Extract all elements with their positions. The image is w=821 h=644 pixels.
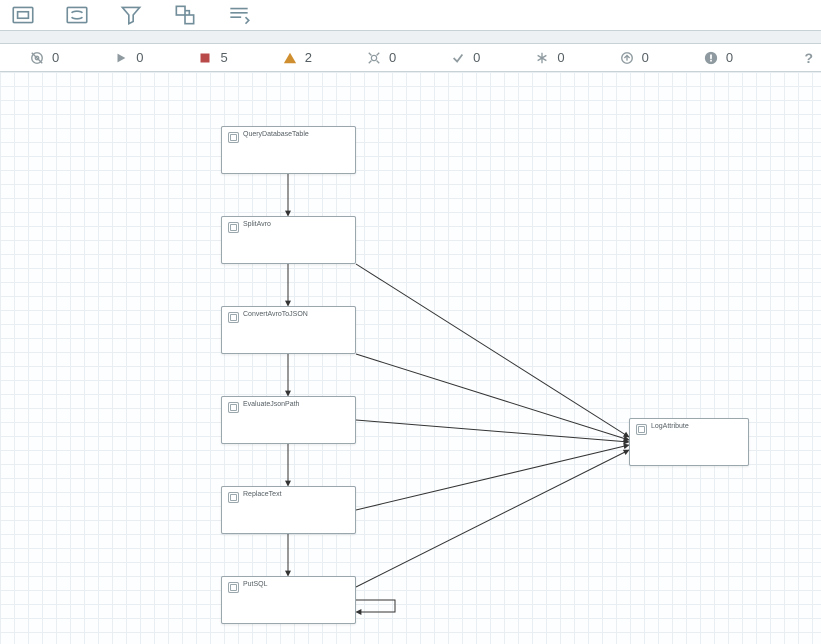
status-stopped: 5 — [198, 50, 227, 65]
status-invalid-count: 2 — [305, 50, 312, 65]
node-label: EvaluateJsonPath — [243, 401, 299, 409]
template-tool-icon[interactable] — [172, 2, 198, 28]
target-icon — [30, 51, 44, 65]
divider — [0, 30, 821, 44]
status-locally-modified: 0 — [535, 50, 564, 65]
status-stale: 0 — [620, 50, 649, 65]
processor-icon — [228, 132, 239, 143]
node-querydatabasetable[interactable]: QueryDatabaseTable — [221, 126, 356, 174]
processor-icon — [228, 492, 239, 503]
node-replacetext[interactable]: ReplaceText — [221, 486, 356, 534]
status-invalid: 2 — [283, 50, 312, 65]
status-disabled: 0 — [367, 50, 396, 65]
processor-icon — [228, 312, 239, 323]
status-bar: 0 0 5 2 0 0 0 0 0 ? — [0, 44, 821, 72]
processor-icon — [228, 402, 239, 413]
node-label: ReplaceText — [243, 491, 282, 499]
node-logattribute[interactable]: LogAttribute — [629, 418, 749, 466]
processor-icon — [228, 582, 239, 593]
funnel-tool-icon[interactable] — [118, 2, 144, 28]
toolbar-top — [0, 0, 821, 30]
help-icon[interactable]: ? — [804, 50, 813, 66]
label-tool-icon[interactable] — [226, 2, 252, 28]
node-label: PutSQL — [243, 581, 268, 589]
processor-icon — [636, 424, 647, 435]
node-evaluatejsonpath[interactable]: EvaluateJsonPath — [221, 396, 356, 444]
node-convertavrotojson[interactable]: ConvertAvroToJSON — [221, 306, 356, 354]
stop-icon — [198, 51, 212, 65]
node-putsql[interactable]: PutSQL — [221, 576, 356, 624]
processor-tool-icon[interactable] — [10, 2, 36, 28]
flow-canvas[interactable]: QueryDatabaseTable SplitAvro ConvertAvro… — [0, 72, 821, 644]
edges-layer — [0, 72, 821, 644]
status-uptodate: 0 — [451, 50, 480, 65]
warning-icon — [283, 51, 297, 65]
status-stale-count: 0 — [642, 50, 649, 65]
status-uptodate-count: 0 — [473, 50, 480, 65]
disabled-icon — [367, 51, 381, 65]
node-label: LogAttribute — [651, 423, 689, 431]
status-running: 0 — [114, 50, 143, 65]
status-locally-modified-count: 0 — [557, 50, 564, 65]
check-icon — [451, 51, 465, 65]
node-splitavro[interactable]: SplitAvro — [221, 216, 356, 264]
status-stopped-count: 5 — [220, 50, 227, 65]
node-label: QueryDatabaseTable — [243, 131, 309, 139]
processor-icon — [228, 222, 239, 233]
status-disabled-count: 0 — [389, 50, 396, 65]
node-label: ConvertAvroToJSON — [243, 311, 308, 319]
node-label: SplitAvro — [243, 221, 271, 229]
asterisk-icon — [535, 51, 549, 65]
alert-icon — [704, 51, 718, 65]
up-arrow-icon — [620, 51, 634, 65]
status-targets: 0 — [30, 50, 59, 65]
play-icon — [114, 51, 128, 65]
status-running-count: 0 — [136, 50, 143, 65]
status-sync-fail: 0 — [704, 50, 733, 65]
status-sync-fail-count: 0 — [726, 50, 733, 65]
status-targets-count: 0 — [52, 50, 59, 65]
process-group-tool-icon[interactable] — [64, 2, 90, 28]
